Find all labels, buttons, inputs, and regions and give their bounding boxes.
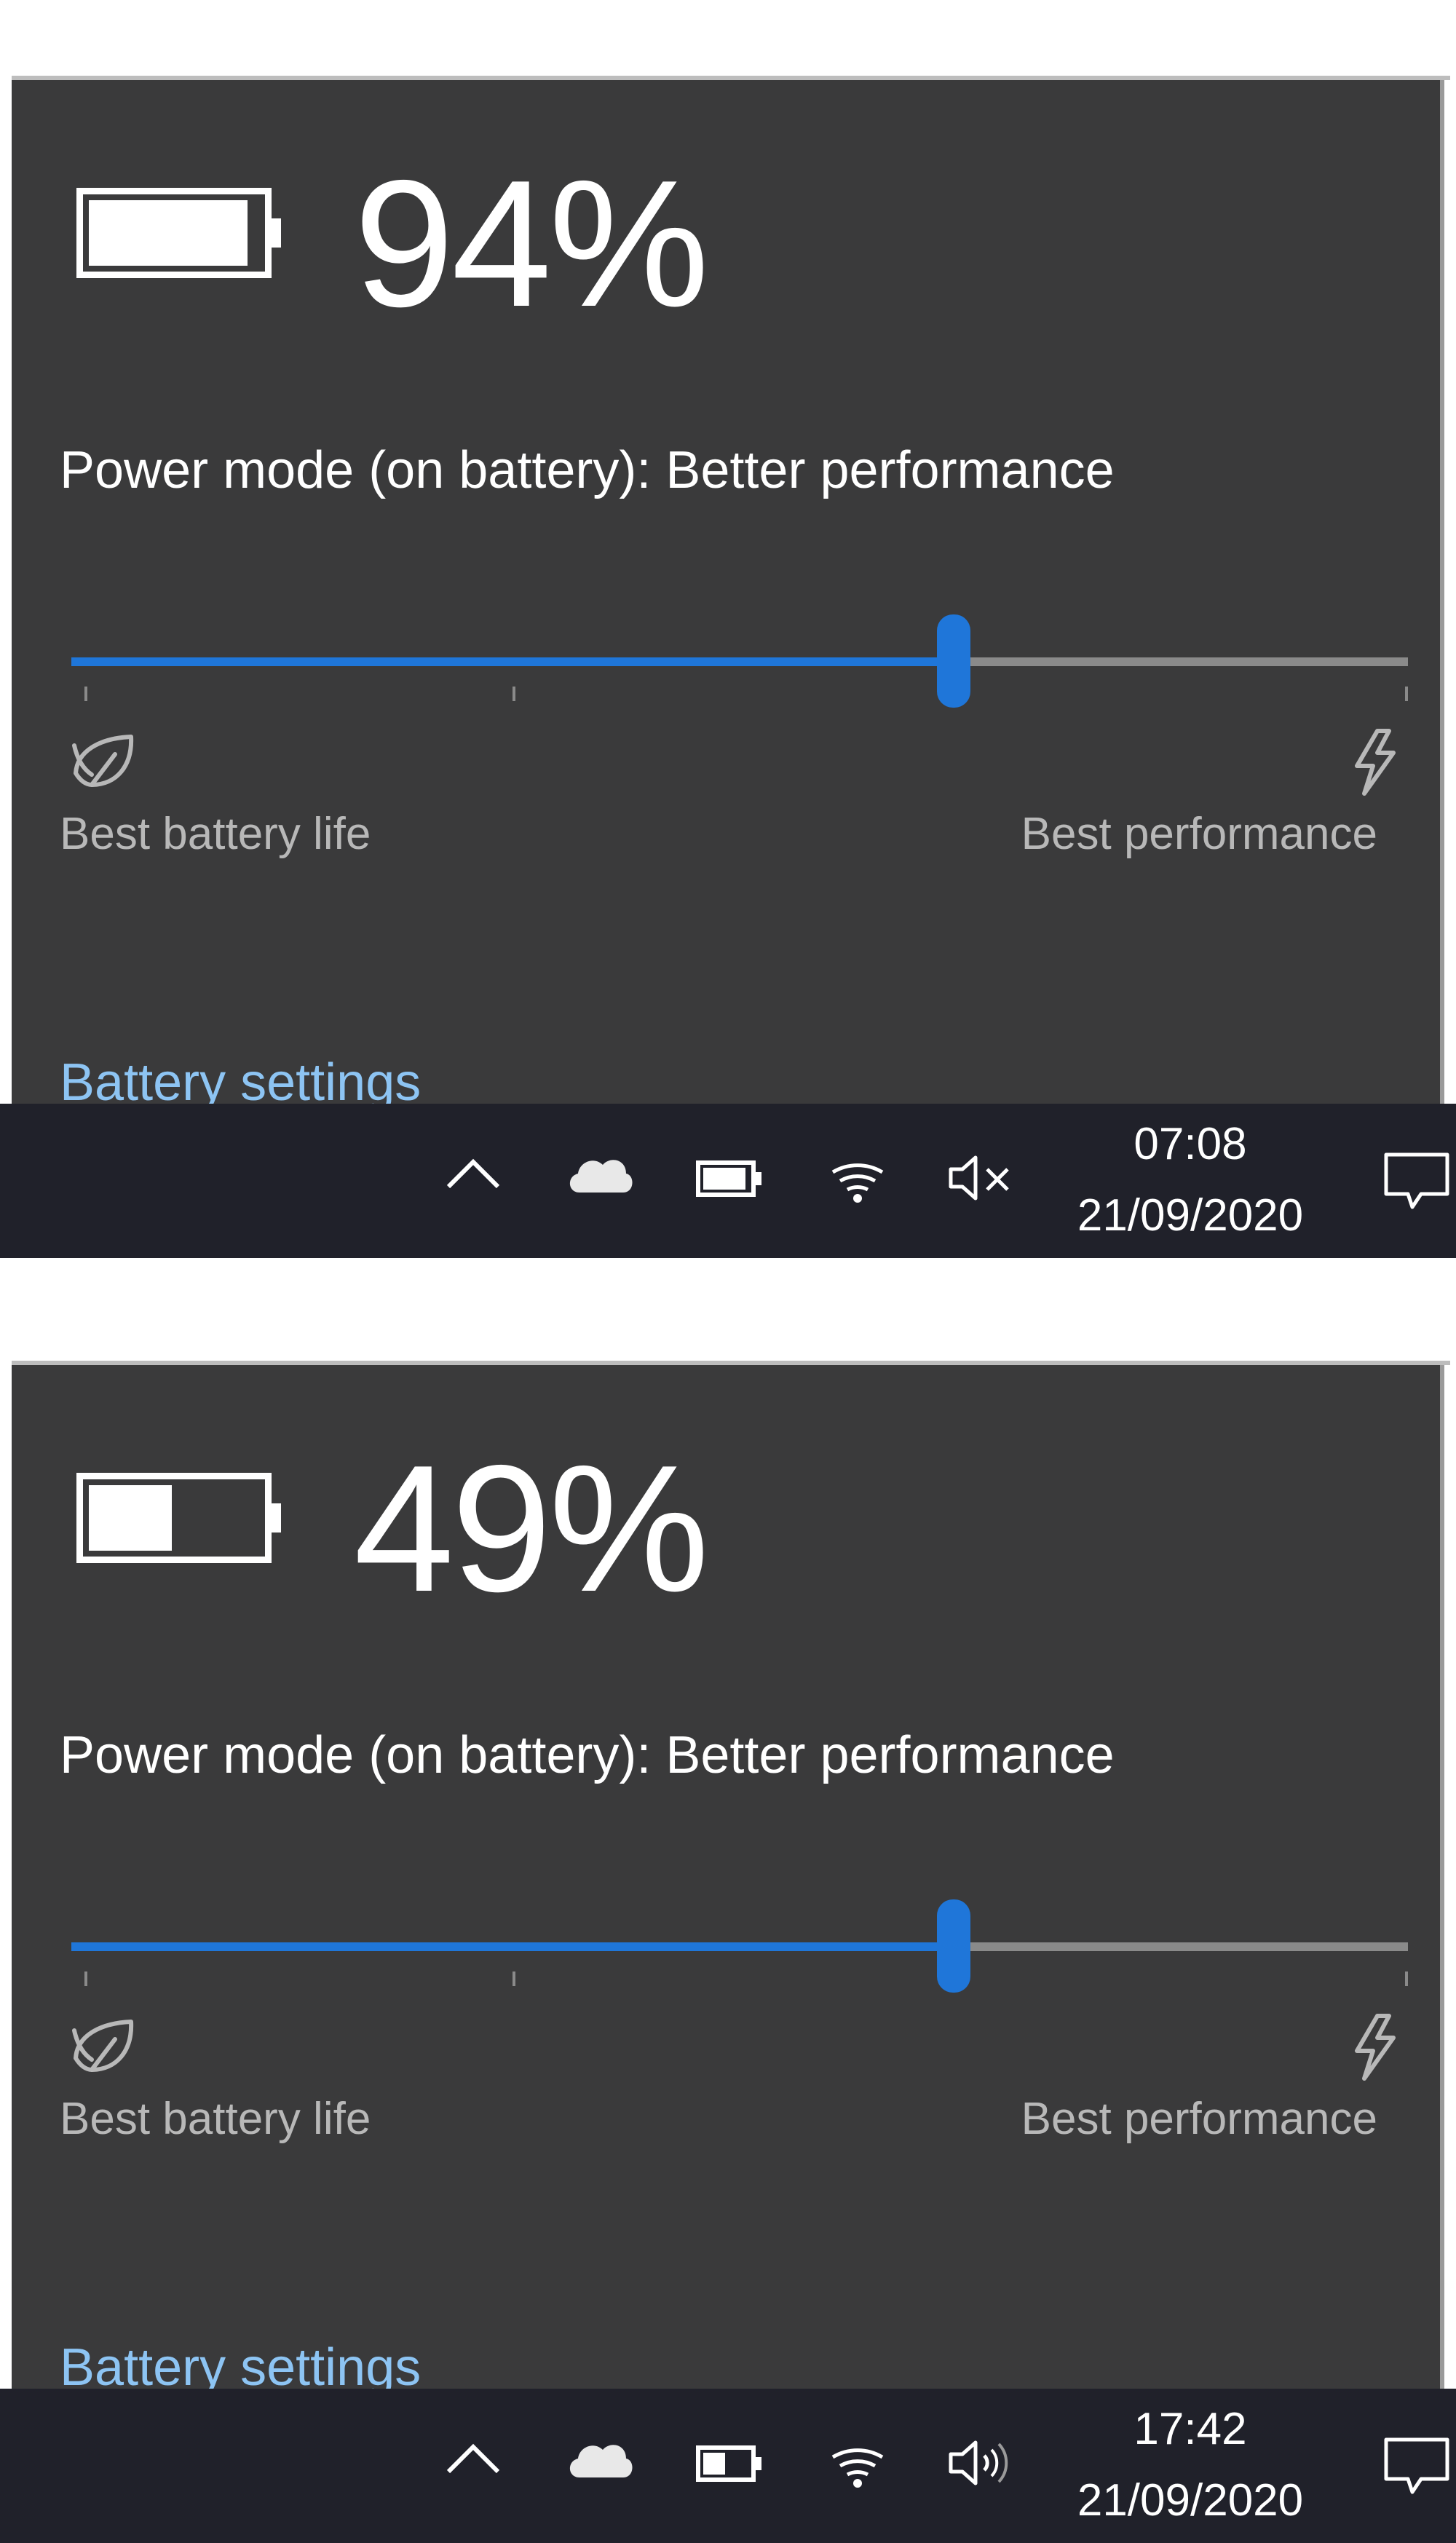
show-hidden-icons-chevron-icon[interactable] xyxy=(444,1153,502,1194)
battery-icon xyxy=(76,188,281,278)
slider-tick xyxy=(513,1971,515,1986)
battery-flyout-screenshot-1: 94% Power mode (on battery): Better perf… xyxy=(0,0,1456,1258)
wifi-icon[interactable] xyxy=(828,2438,887,2489)
slider-tick xyxy=(1405,1971,1408,1986)
best-performance-label: Best performance xyxy=(1021,2094,1377,2144)
slider-tick xyxy=(84,1971,87,1986)
battery-flyout-screenshot-2: 49% Power mode (on battery): Better perf… xyxy=(0,1285,1456,2543)
clock-date: 21/09/2020 xyxy=(1077,1190,1304,1241)
battery-saver-leaf-icon xyxy=(72,735,134,787)
slider-tick xyxy=(1405,687,1408,701)
clock-time: 07:08 xyxy=(1133,1119,1247,1169)
wifi-icon[interactable] xyxy=(828,1153,887,1204)
battery-saver-leaf-icon xyxy=(72,2020,134,2072)
best-battery-life-label: Best battery life xyxy=(60,809,371,859)
slider-track-filled xyxy=(71,1942,954,1951)
onedrive-cloud-icon[interactable] xyxy=(565,2437,635,2483)
show-hidden-icons-chevron-icon[interactable] xyxy=(444,2438,502,2479)
battery-icon[interactable] xyxy=(696,1160,763,1197)
performance-bolt-icon xyxy=(1355,729,1396,796)
taskbar-clock[interactable]: 07:08 21/09/2020 xyxy=(1048,1104,1332,1258)
battery-percent: 94% xyxy=(354,142,709,344)
power-mode-label: Power mode (on battery): Better performa… xyxy=(60,1726,1115,1784)
battery-level-fill xyxy=(89,1485,172,1551)
clock-date: 21/09/2020 xyxy=(1077,2475,1304,2526)
best-performance-label: Best performance xyxy=(1021,809,1377,859)
volume-icon[interactable] xyxy=(946,2437,1016,2489)
power-mode-label: Power mode (on battery): Better performa… xyxy=(60,441,1115,499)
power-mode-slider[interactable] xyxy=(71,1853,1408,1993)
action-center-icon[interactable] xyxy=(1383,2437,1450,2498)
action-center-icon[interactable] xyxy=(1383,1152,1450,1213)
battery-flyout: 94% Power mode (on battery): Better perf… xyxy=(12,80,1444,1112)
slider-track-filled xyxy=(71,657,954,666)
battery-flyout: 49% Power mode (on battery): Better perf… xyxy=(12,1365,1444,2397)
taskbar-clock[interactable]: 17:42 21/09/2020 xyxy=(1048,2389,1332,2543)
clock-time: 17:42 xyxy=(1133,2404,1247,2454)
volume-muted-icon[interactable] xyxy=(946,1152,1016,1204)
slider-tick xyxy=(84,687,87,701)
battery-percent: 49% xyxy=(354,1427,709,1629)
performance-bolt-icon xyxy=(1355,2014,1396,2081)
slider-thumb[interactable] xyxy=(937,614,970,708)
taskbar-battery-fill xyxy=(703,2453,725,2475)
slider-thumb[interactable] xyxy=(937,1899,970,1993)
taskbar-battery-fill xyxy=(703,1168,745,1190)
slider-tick xyxy=(513,687,515,701)
battery-level-fill xyxy=(89,200,248,266)
battery-icon xyxy=(76,1473,281,1563)
onedrive-cloud-icon[interactable] xyxy=(565,1152,635,1198)
battery-icon[interactable] xyxy=(696,2445,763,2482)
best-battery-life-label: Best battery life xyxy=(60,2094,371,2144)
power-mode-slider[interactable] xyxy=(71,568,1408,708)
